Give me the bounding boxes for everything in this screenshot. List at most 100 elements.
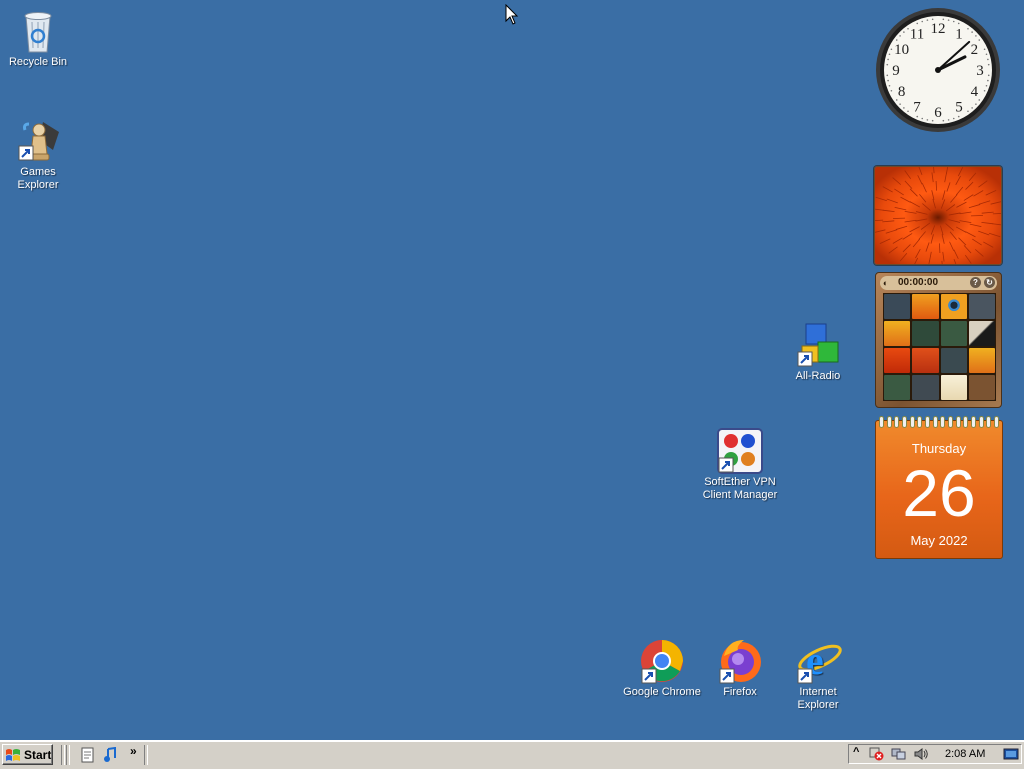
calendar-ring [911,417,914,427]
puzzle-timer-icon[interactable]: ◐ [883,276,895,290]
clock-number: 9 [892,63,900,79]
puzzle-tile[interactable] [912,375,938,400]
games-explorer-shortcut[interactable]: Games Explorer [0,118,80,192]
puzzle-header: ◐ 00:00:00 ? ↻ [880,276,997,290]
clock-tick [953,118,955,120]
clock-tick [903,107,905,109]
desktop[interactable]: Recycle Bin Games Explorer All-Radio [0,0,1024,740]
clock-tick [921,118,923,120]
clock-tick [984,48,986,50]
slideshow-gadget[interactable] [874,166,1002,265]
puzzle-tile[interactable] [912,348,938,373]
clock-tick [916,23,918,25]
clock-number: 2 [971,42,979,58]
clock-tick [896,39,898,41]
calendar-ring [972,417,975,427]
google-chrome-shortcut[interactable]: Google Chrome [620,638,704,699]
clock-number: 12 [931,21,946,37]
clock-number: 8 [898,84,906,100]
network-error-icon[interactable] [869,747,885,761]
calendar-ring [895,417,898,427]
clock-tick [986,53,988,55]
firefox-shortcut[interactable]: Firefox [698,636,782,699]
puzzle-tile[interactable] [884,348,910,373]
puzzle-tile[interactable] [941,321,967,346]
flower-petal [939,243,940,253]
picture-puzzle-gadget[interactable]: ◐ 00:00:00 ? ↻ [875,272,1002,408]
media-player-icon[interactable] [102,747,118,763]
clock-tick [932,120,934,122]
calendar-ring [918,417,921,427]
puzzle-tile-empty[interactable] [969,375,995,400]
puzzle-tile[interactable] [941,375,967,400]
clock-tick [887,80,889,82]
clock-tick [988,75,990,77]
calendar-ring [957,417,960,427]
shuffle-icon[interactable]: ↻ [984,277,995,288]
recycle-bin-icon [18,8,58,54]
help-icon[interactable]: ? [970,277,981,288]
taskbar-separator [144,745,148,765]
clock-tick [987,59,989,61]
calendar-ring [926,417,929,427]
clock-tick [886,75,888,77]
puzzle-tile[interactable] [969,321,995,346]
softether-vpn-shortcut[interactable]: SoftEther VPN Client Manager [698,428,782,502]
calendar-ring [934,417,937,427]
calendar-gadget[interactable]: Thursday 26 May 2022 [875,420,1003,559]
clock-number: 5 [955,99,963,115]
puzzle-tile[interactable] [941,294,967,319]
clock-tick [975,103,977,105]
quicklaunch-more-chevron[interactable]: » [130,744,137,758]
clock-tick [927,19,929,21]
puzzle-grid[interactable] [883,293,996,401]
all-radio-label: All-Radio [776,370,860,383]
puzzle-tile[interactable] [969,348,995,373]
calendar-ring [964,417,967,427]
puzzle-tile[interactable] [884,321,910,346]
network-connection-icon[interactable] [891,747,907,761]
clock-tick [978,99,980,101]
clock-tick [986,85,988,87]
clock-tick [971,107,973,109]
puzzle-tile[interactable] [884,294,910,319]
clock-tick [948,19,950,21]
puzzle-tile[interactable] [884,375,910,400]
language-bar-icon[interactable] [1003,747,1019,761]
clock-tick [975,35,977,37]
calendar-ring [980,417,983,427]
clock-tick [932,18,934,20]
clock-tick [903,31,905,33]
calendar-ring [903,417,906,427]
tray-clock[interactable]: 2:08 AM [945,748,985,760]
calendar-ring [888,417,891,427]
internet-explorer-shortcut[interactable]: e Internet Explorer [776,636,860,712]
clock-tick [889,53,891,55]
calendar-ring [949,417,952,427]
puzzle-tile[interactable] [912,294,938,319]
ie-label-line1: Internet [776,686,860,699]
show-desktop-icon[interactable] [80,747,96,763]
clock-number: 11 [910,27,924,43]
all-radio-shortcut[interactable]: All-Radio [776,322,860,383]
clock-tick [967,28,969,30]
clock-tick [943,120,945,122]
clock-tick [987,80,989,82]
clock-tick [891,48,893,50]
recycle-bin-label: Recycle Bin [0,56,80,69]
puzzle-tile[interactable] [912,321,938,346]
puzzle-tile[interactable] [969,294,995,319]
calendar-ring [941,417,944,427]
ie-label-line2: Explorer [776,699,860,712]
clock-gadget[interactable]: 121234567891011 [874,6,1002,134]
clock-tick [891,90,893,92]
tray-expand-button[interactable]: ^ [853,746,859,758]
clock-number: 3 [976,63,984,79]
recycle-bin-shortcut[interactable]: Recycle Bin [0,8,80,69]
clock-tick [971,31,973,33]
start-button[interactable]: Start [2,744,53,765]
volume-icon[interactable] [913,747,929,761]
clock-tick [889,85,891,87]
calendar-ring [995,417,998,427]
puzzle-tile[interactable] [941,348,967,373]
